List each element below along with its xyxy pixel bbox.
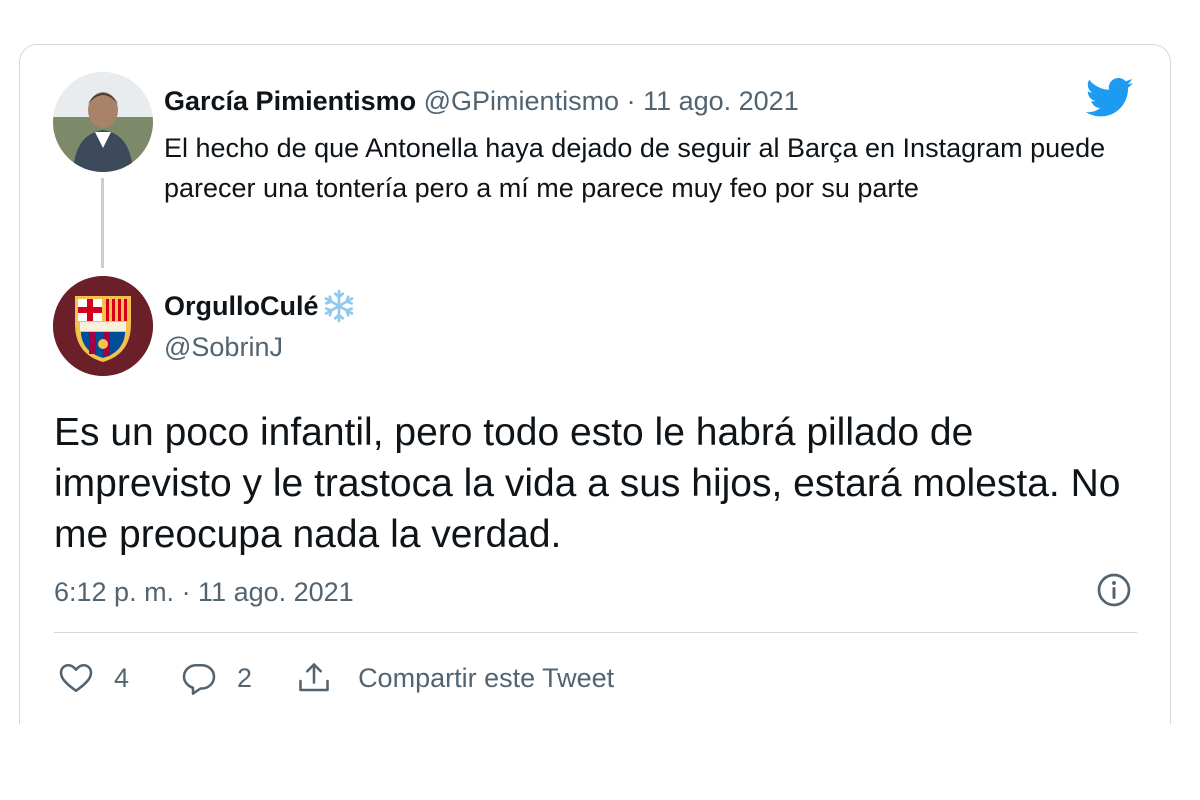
reply-count: 2 xyxy=(237,662,253,693)
tweet-text: Es un poco infantil, pero todo esto le h… xyxy=(54,411,1121,556)
actions-divider xyxy=(54,632,1137,633)
tweet-timestamp[interactable]: 6:12 p. m. · 11 ago. 2021 xyxy=(54,575,354,609)
info-icon[interactable] xyxy=(1096,572,1132,608)
parent-author-name[interactable]: García Pimientismo xyxy=(164,86,416,116)
parent-author-meta[interactable]: @GPimientismo · 11 ago. 2021 xyxy=(424,86,799,116)
snowflake-icon xyxy=(324,289,353,323)
reply-button[interactable]: 2 xyxy=(181,660,252,696)
heart-icon xyxy=(59,663,93,693)
like-button[interactable]: 4 xyxy=(58,660,129,696)
share-tweet-button[interactable]: Compartir este Tweet xyxy=(296,660,614,696)
like-count: 4 xyxy=(114,662,130,693)
tweet-author-name-row: OrgulloCulé xyxy=(164,288,357,324)
avatar-image xyxy=(53,72,153,172)
thread-connector-line xyxy=(101,178,104,268)
avatar-garcia-pimientismo[interactable] xyxy=(53,72,153,172)
parent-tweet-text: El hecho de que Antonella haya dejado de… xyxy=(164,133,1106,203)
share-icon xyxy=(299,663,329,692)
parent-tweet-header: García Pimientismo @GPimientismo · 11 ag… xyxy=(164,84,799,118)
share-tweet-label: Compartir este Tweet xyxy=(358,662,615,693)
avatar-orgulloculé[interactable] xyxy=(53,276,153,376)
reply-bubble-icon xyxy=(182,663,216,695)
twitter-bird-icon[interactable] xyxy=(1086,78,1134,118)
tweet-actions-bar: 4 2 Compartir este Tweet xyxy=(58,658,614,698)
tweet-author-name[interactable]: OrgulloCulé xyxy=(164,289,319,323)
tweet-author-handle[interactable]: @SobrinJ xyxy=(164,330,283,364)
fcb-crest-avatar-image xyxy=(53,276,153,376)
